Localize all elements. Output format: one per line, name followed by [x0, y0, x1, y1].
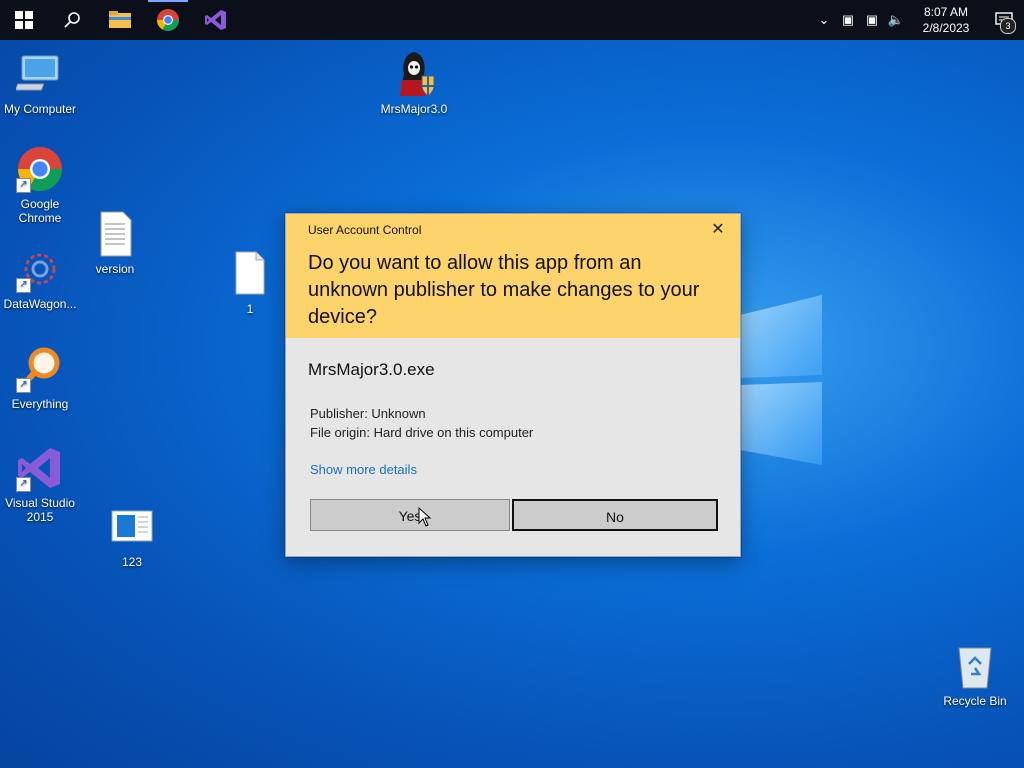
desktop-icon-1[interactable]: 1 [210, 250, 290, 316]
desktop-icon-label: version [95, 262, 135, 276]
blank-file-icon [235, 251, 265, 295]
yes-button[interactable]: Yes [310, 499, 510, 531]
visual-studio-icon [205, 10, 226, 30]
desktop-icon-label: DataWagon... [3, 297, 77, 311]
uac-title: User Account Control [308, 223, 422, 237]
close-icon: ✕ [711, 221, 725, 238]
volume-icon[interactable]: 🔈 [884, 12, 908, 28]
search-button[interactable] [48, 0, 96, 40]
desktop-icon-123[interactable]: 123 [92, 503, 172, 569]
clock-time: 8:07 AM [923, 5, 969, 19]
desktop-icon-label: Everything [11, 397, 69, 411]
taskbar: ⌄ ▣ ▣ 🔈 8:07 AM 2/8/2023 3 [0, 0, 1024, 40]
uac-details: Publisher: Unknown File origin: Hard dri… [310, 404, 533, 442]
visual-studio-taskbar-button[interactable] [192, 0, 240, 40]
computer-icon [14, 55, 59, 91]
recycle-bin-icon [958, 647, 992, 689]
security-icon[interactable]: ▣ [836, 12, 860, 28]
search-icon [64, 12, 80, 28]
shortcut-arrow-icon: ↗ [16, 178, 31, 193]
uac-publisher: Publisher: Unknown [310, 406, 426, 421]
mouse-cursor-icon [418, 507, 432, 527]
desktop-icon-recycle-bin[interactable]: Recycle Bin [935, 642, 1015, 708]
hooded-skull-icon [400, 52, 435, 97]
no-button[interactable]: No [512, 499, 718, 531]
system-tray: ⌄ ▣ ▣ 🔈 8:07 AM 2/8/2023 3 [812, 0, 1024, 40]
desktop-icon-google-chrome[interactable]: ↗ Google Chrome [0, 145, 80, 225]
desktop-icon-label: Google Chrome [18, 197, 62, 225]
desktop-icon-mrsmajor[interactable]: MrsMajor3.0 [374, 50, 454, 116]
desktop-icon-everything[interactable]: ↗ Everything [0, 345, 80, 411]
notifications-button[interactable]: 3 [984, 0, 1024, 40]
text-file-icon [100, 211, 132, 257]
file-explorer-button[interactable] [96, 0, 144, 40]
uac-dialog: User Account Control ✕ Do you want to al… [285, 213, 741, 557]
close-button[interactable]: ✕ [706, 218, 730, 242]
desktop-icon-my-computer[interactable]: My Computer [0, 50, 80, 116]
uac-header: User Account Control ✕ Do you want to al… [286, 214, 740, 338]
chevron-up-icon[interactable]: ⌄ [812, 12, 836, 28]
desktop-icon-datawagon[interactable]: ↗ DataWagon... [0, 245, 80, 311]
network-icon[interactable]: ▣ [860, 12, 884, 28]
uac-question: Do you want to allow this app from an un… [308, 252, 700, 328]
desktop-icon-label: MrsMajor3.0 [380, 102, 448, 116]
desktop-icon-label: 1 [246, 302, 254, 316]
shortcut-arrow-icon: ↗ [16, 378, 31, 393]
desktop-icon-version[interactable]: version [75, 210, 155, 276]
document-image-icon [111, 510, 153, 542]
start-button[interactable] [0, 0, 48, 40]
desktop-icon-label: 123 [121, 555, 143, 569]
desktop-icon-label: Visual Studio 2015 [5, 496, 75, 524]
uac-file-origin: File origin: Hard drive on this computer [310, 425, 534, 440]
chrome-taskbar-button[interactable] [144, 0, 192, 40]
desktop-icon-label: My Computer [3, 102, 77, 116]
clock-date: 2/8/2023 [922, 21, 970, 35]
shortcut-arrow-icon: ↗ [16, 477, 31, 492]
folder-icon [109, 11, 131, 28]
chrome-icon [157, 9, 179, 31]
clock[interactable]: 8:07 AM 2/8/2023 [914, 4, 978, 36]
uac-app-name: MrsMajor3.0.exe [308, 360, 435, 379]
show-more-details-link[interactable]: Show more details [310, 462, 417, 477]
shortcut-arrow-icon: ↗ [16, 278, 31, 293]
desktop-icon-label: Recycle Bin [943, 694, 1007, 708]
windows-start-icon [15, 11, 33, 29]
desktop-icon-visual-studio[interactable]: ↗ Visual Studio 2015 [0, 444, 80, 524]
notification-count: 3 [1000, 18, 1016, 34]
